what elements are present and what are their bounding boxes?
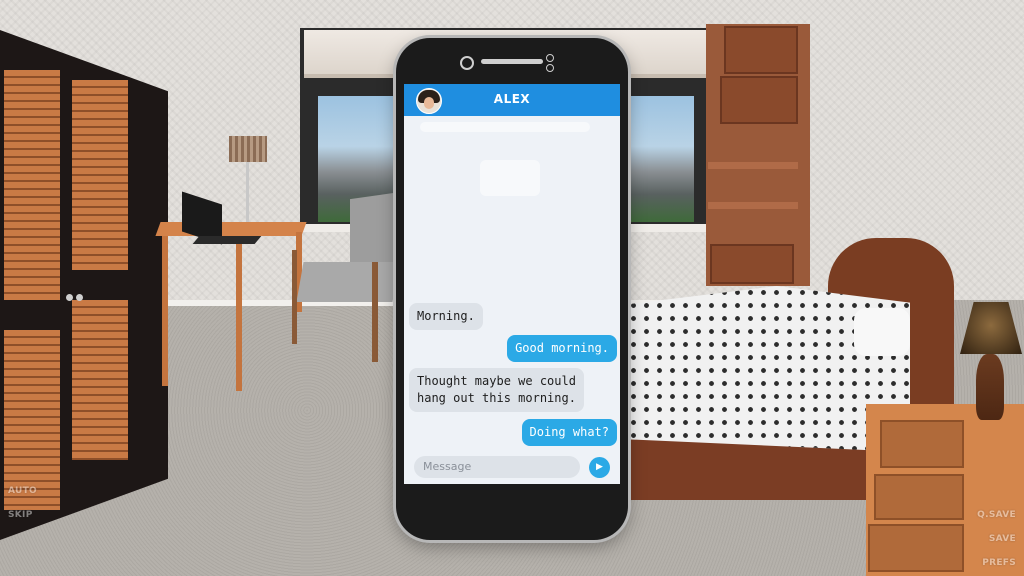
contact-name: ALEX <box>493 92 531 106</box>
quick-save-button[interactable]: Q.SAVE <box>977 510 1016 520</box>
shelf-cabinet <box>724 26 798 74</box>
wardrobe-louver <box>4 70 60 300</box>
message-bubble-incoming: Thought maybe we could hang out this mor… <box>409 368 584 412</box>
wardrobe-louver <box>4 330 60 510</box>
skip-button[interactable]: SKIP <box>8 510 33 520</box>
desk <box>155 222 307 236</box>
shelf-board <box>708 162 798 169</box>
desk-lamp-stem <box>246 162 249 222</box>
message-input[interactable]: Message <box>414 456 580 478</box>
wardrobe-louver <box>72 80 128 270</box>
shelf-cabinet <box>710 244 794 284</box>
chat-header: ALEX <box>404 84 620 116</box>
armchair-frame <box>372 262 378 362</box>
window-pane-right <box>628 96 694 222</box>
faded-previous-message <box>420 122 590 132</box>
desk-lamp <box>229 136 267 162</box>
save-button[interactable]: SAVE <box>989 534 1016 544</box>
nightstand-drawer <box>874 474 964 520</box>
desk-leg <box>162 236 168 386</box>
sensor-icon <box>546 64 554 72</box>
wardrobe-knob <box>76 294 83 301</box>
auto-button[interactable]: AUTO <box>8 486 37 496</box>
pillow <box>854 308 910 356</box>
speaker-grille <box>481 59 543 64</box>
armchair-seat <box>296 262 400 302</box>
wardrobe-knob <box>66 294 73 301</box>
shelf-board <box>708 202 798 209</box>
message-bubble-incoming: Morning. <box>409 303 483 330</box>
laptop-base <box>192 236 262 244</box>
desk-leg <box>236 236 242 391</box>
camera-icon <box>460 56 474 70</box>
nightstand-drawer <box>880 420 964 468</box>
nightstand-drawer <box>868 524 964 572</box>
message-bubble-outgoing: Doing what? <box>521 419 617 446</box>
armchair-frame <box>292 250 297 344</box>
send-button[interactable]: ▶ <box>589 457 610 478</box>
faded-previous-image <box>480 160 540 196</box>
prefs-button[interactable]: PREFS <box>982 558 1016 568</box>
message-bubble-outgoing: Good morning. <box>507 335 617 362</box>
shelf-cabinet <box>720 76 798 124</box>
phone-screen: ALEX Morning. Good morning. Thought mayb… <box>404 84 620 484</box>
wardrobe-louver <box>72 300 128 460</box>
sensor-icon <box>546 54 554 62</box>
bedside-lamp-base <box>976 354 1004 420</box>
